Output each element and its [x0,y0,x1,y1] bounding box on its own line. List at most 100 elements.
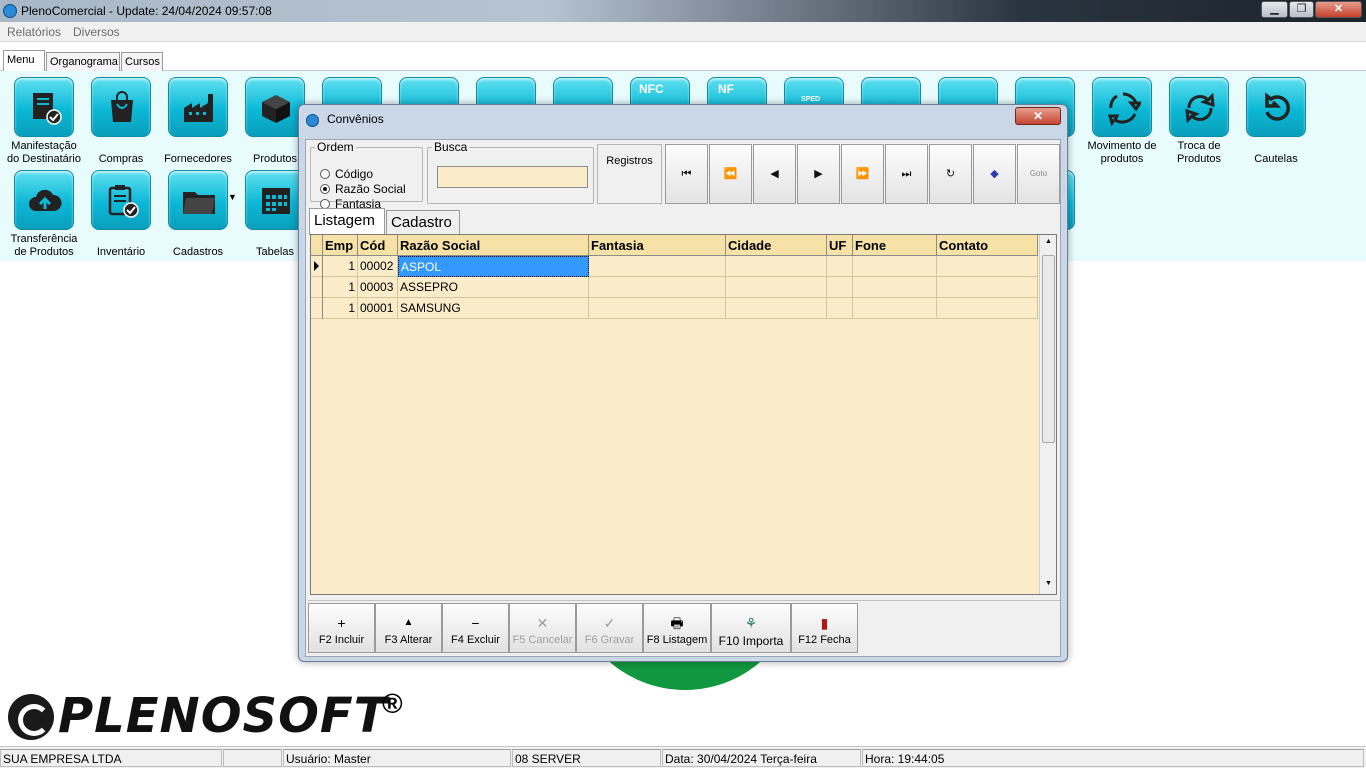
prior-record-button[interactable]: ◀ [753,144,796,204]
goto-button[interactable]: Goto [1017,144,1060,204]
minus-icon: − [471,615,480,631]
cloud-upload-icon [29,189,62,211]
col-fone[interactable]: Fone [853,235,937,256]
importa-button[interactable]: ⚘ F10 Importa [711,603,791,653]
row-indicator [311,277,323,298]
printer-icon: 🖶 [670,615,684,631]
current-row-arrow-icon [314,261,319,271]
document-check-icon [33,93,62,125]
dialog-close-button[interactable]: ✕ [1015,107,1061,125]
first-record-button[interactable]: ⏮ [665,144,708,204]
row-indicator [311,256,323,277]
status-bar: SUA EMPRESA LTDA Usuário: Master 08 SERV… [0,746,1366,768]
tile-fornecedores[interactable]: Fornecedores [158,71,238,165]
menu-relatorios[interactable]: Relatórios [7,25,61,39]
radio-razao-social[interactable]: Razão Social [320,182,406,196]
grid-indicator-header [311,235,323,256]
tab-cursos[interactable]: Cursos [121,52,163,71]
door-exit-icon: ▮ [820,615,829,631]
gravar-button[interactable]: ✓ F6 Gravar [576,603,643,653]
next-page-button[interactable]: ⏩ [841,144,884,204]
app-icon [3,4,17,18]
last-record-button[interactable]: ⏭ [885,144,928,204]
restore-button[interactable]: ❐ [1289,1,1314,18]
dialog-app-icon [306,114,319,127]
tab-organograma[interactable]: Organograma [46,52,120,71]
ordem-group: Ordem Código Razão Social Fantasia [310,140,423,211]
window-title: PlenoComercial - Update: 24/04/2024 09:5… [21,4,272,18]
dialog-title: Convênios [327,112,384,126]
tile-troca-produtos[interactable]: Troca de Produtos [1159,71,1239,165]
tile-cautelas[interactable]: Cautelas [1236,71,1316,165]
close-button[interactable]: ✕ [1315,1,1362,18]
scroll-up-icon[interactable]: ▲ [1045,238,1052,245]
grid-vertical-scrollbar[interactable]: ▲ ▼ [1039,235,1056,594]
dialog-toolbar: + F2 Incluir ▲ F3 Alterar − F4 Excluir ✕… [308,600,1060,653]
tile-movimento-produtos[interactable]: Movimento de produtos [1082,71,1162,165]
swap-arrows-icon [1185,92,1215,124]
listagem-button[interactable]: 🖶 F8 Listagem [643,603,711,653]
table-row[interactable]: 1 00001 SAMSUNG [311,298,1038,319]
grid-header: Emp Cód Razão Social Fantasia Cidade UF … [311,235,1038,256]
convenios-dialog: Convênios ✕ Ordem Código Razão Social Fa… [298,104,1068,662]
refresh-arrow-icon [1265,92,1290,121]
refresh-button[interactable]: ↻ [929,144,972,204]
col-contato[interactable]: Contato [937,235,1038,256]
dialog-body: Ordem Código Razão Social Fantasia Busca… [305,139,1061,657]
status-date: Data: 30/04/2024 Terça-feira [662,749,861,767]
menu-diversos[interactable]: Diversos [73,25,120,39]
tile-inventario[interactable]: Inventário [81,164,161,258]
status-empty [223,749,282,767]
col-emp[interactable]: Emp [323,235,358,256]
convenios-grid[interactable]: Emp Cód Razão Social Fantasia Cidade UF … [310,234,1057,595]
scroll-down-icon[interactable]: ▼ [1045,580,1052,587]
tile-transferencia[interactable]: Transferência de Produtos [4,164,84,258]
col-fantasia[interactable]: Fantasia [589,235,726,256]
col-cidade[interactable]: Cidade [726,235,827,256]
status-time: Hora: 19:44:05 [862,749,1364,767]
radio-codigo[interactable]: Código [320,167,373,181]
tab-listagem[interactable]: Listagem [309,208,385,235]
shopping-bag-icon [111,91,133,122]
tile-cadastros[interactable]: ▼ Cadastros [158,164,238,258]
checkmark-icon: ✓ [603,615,616,631]
clipboard-check-icon [108,185,139,218]
cycle-arrows-icon [1108,92,1141,126]
table-row[interactable]: 1 00002 ASPOL [311,256,1038,277]
tab-cadastro[interactable]: Cadastro [386,210,460,234]
alterar-button[interactable]: ▲ F3 Alterar [375,603,442,653]
excluir-button[interactable]: − F4 Excluir [442,603,509,653]
import-icon: ⚘ [744,615,758,631]
row-indicator [311,298,323,319]
col-uf[interactable]: UF [827,235,853,256]
status-server: 08 SERVER [512,749,661,767]
radio-checked-icon [320,184,330,194]
col-cod[interactable]: Cód [358,235,398,256]
window-titlebar: PlenoComercial - Update: 24/04/2024 09:5… [0,0,1366,22]
calendar-grid-icon [262,188,290,214]
folder-icon [183,192,215,214]
minimize-button[interactable]: ▁ [1261,1,1288,18]
next-record-button[interactable]: ▶ [797,144,840,204]
col-razao-social[interactable]: Razão Social [398,235,589,256]
plenosoft-logo: PLENOSOFT ® [8,688,428,744]
bookmark-button[interactable]: ◆ [973,144,1016,204]
box-icon [262,95,290,123]
incluir-button[interactable]: + F2 Incluir [308,603,375,653]
logo-mark-icon [8,694,54,740]
cancelar-button[interactable]: ✕ F5 Cancelar [509,603,576,653]
scrollbar-thumb[interactable] [1042,255,1055,443]
factory-icon [184,94,213,122]
status-company: SUA EMPRESA LTDA [0,749,222,767]
tile-compras[interactable]: Compras [81,71,161,165]
prior-page-button[interactable]: ⏪ [709,144,752,204]
menu-bar: Relatórios Diversos [0,22,1366,42]
table-row[interactable]: 1 00003 ASSEPRO [311,277,1038,298]
registros-box: Registros [597,144,662,204]
main-tabs: Menu Organograma Cursos [0,42,1366,72]
fecha-button[interactable]: ▮ F12 Fecha [791,603,858,653]
tab-menu[interactable]: Menu [3,50,45,72]
status-user: Usuário: Master [283,749,511,767]
tile-manifestacao[interactable]: Manifestação do Destinatário [4,71,84,165]
busca-input[interactable] [437,166,588,188]
